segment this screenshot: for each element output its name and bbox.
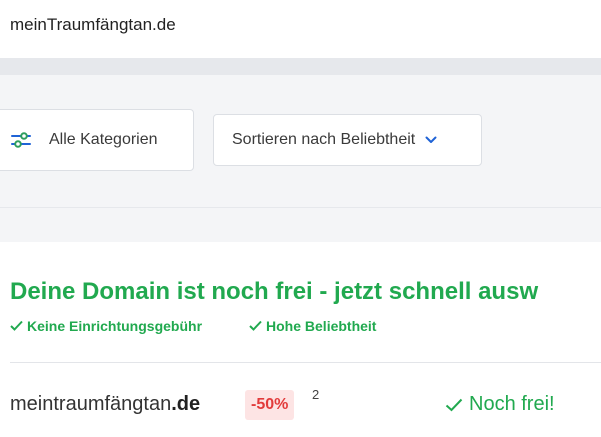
feature-item: Keine Einrichtungsgebühr xyxy=(10,318,202,334)
sort-label: Sortieren nach Beliebtheit xyxy=(232,131,416,148)
status-label: Noch frei! xyxy=(469,393,555,415)
result-panel: Deine Domain ist noch frei - jetzt schne… xyxy=(0,242,601,437)
chevron-down-icon xyxy=(425,136,437,144)
search-bar[interactable]: meinTraumfängtan.de xyxy=(0,0,601,59)
feature-label: Keine Einrichtungsgebühr xyxy=(27,318,203,334)
categories-label: Alle Kategorien xyxy=(49,131,158,148)
filter-toolbar: Alle Kategorien Sortieren nach Beliebthe… xyxy=(0,75,601,208)
check-icon xyxy=(249,318,262,334)
domain-tld: .de xyxy=(171,393,201,415)
categories-button[interactable]: Alle Kategorien xyxy=(0,109,194,171)
sort-dropdown[interactable]: Sortieren nach Beliebtheit xyxy=(213,114,482,166)
availability-status: Noch frei! xyxy=(445,393,555,416)
check-icon xyxy=(10,318,23,334)
domain-result-row[interactable]: meintraumfängtan.de -50% 2 Noch frei! xyxy=(10,387,601,422)
domain-name: meintraumfängtan.de xyxy=(10,393,200,416)
spacer xyxy=(0,208,601,242)
check-icon xyxy=(445,398,463,412)
feature-label: Hohe Beliebtheit xyxy=(266,318,377,334)
divider xyxy=(10,362,601,363)
search-input[interactable]: meinTraumfängtan.de xyxy=(10,15,176,35)
domain-name-base: meintraumfängtan xyxy=(10,393,172,415)
discount-badge: -50% xyxy=(245,390,295,420)
availability-headline: Deine Domain ist noch frei - jetzt schne… xyxy=(10,278,539,305)
footnote-marker: 2 xyxy=(312,387,320,402)
sliders-icon xyxy=(11,131,31,149)
divider-band xyxy=(0,59,601,75)
feature-item: Hohe Beliebtheit xyxy=(249,318,376,334)
feature-list: Keine Einrichtungsgebühr Hohe Beliebthei… xyxy=(10,318,376,334)
